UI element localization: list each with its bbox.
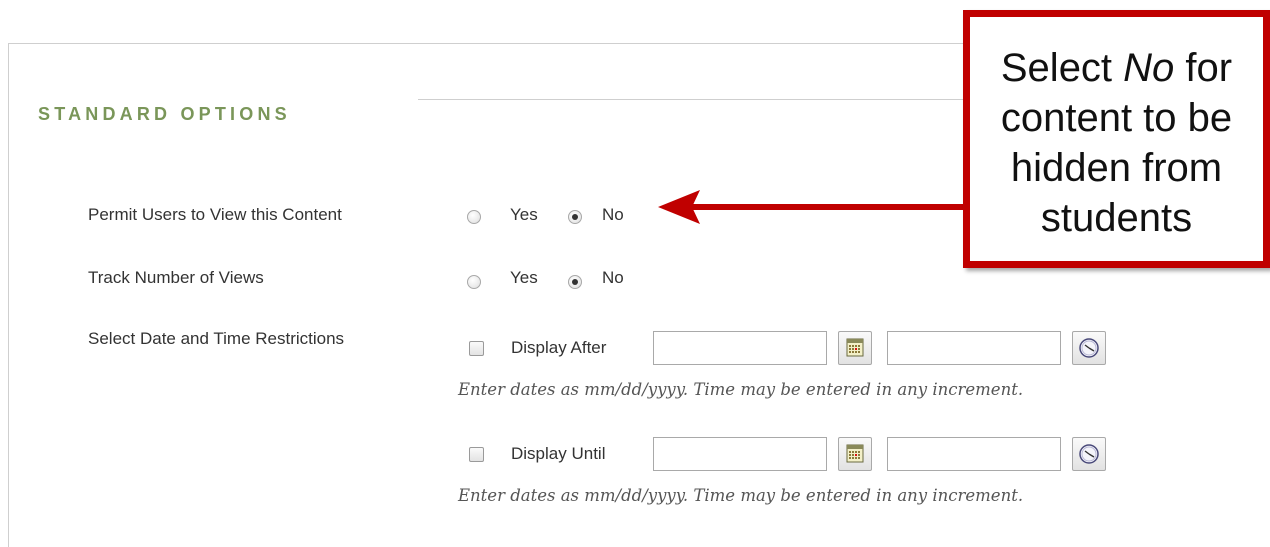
callout-line-1: Select No for [1000, 46, 1233, 90]
callout-line-2: content to be [1000, 96, 1233, 140]
callout-line-3: hidden from [1010, 146, 1223, 190]
callout-line-4: students [1040, 196, 1193, 240]
annotation-callout: Select No for content to be hidden from … [963, 10, 1270, 268]
